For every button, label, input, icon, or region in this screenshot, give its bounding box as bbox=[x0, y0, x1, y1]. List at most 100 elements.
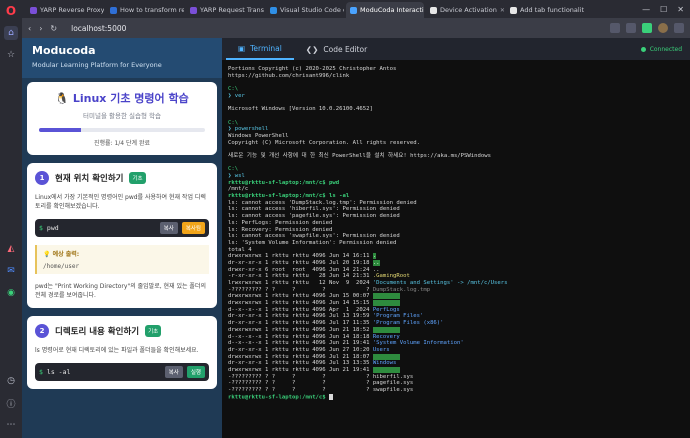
lesson-panel: Moducoda Modular Learning Platform for E… bbox=[22, 38, 222, 438]
level-badge: 기초 bbox=[129, 172, 146, 184]
terminal-line-text: total 4 bbox=[228, 246, 252, 253]
terminal-entry-name: . bbox=[372, 253, 377, 260]
progress-text: 진행률: 1/4 단계 완료 bbox=[93, 140, 151, 147]
info-icon[interactable]: ⓘ bbox=[4, 396, 18, 410]
terminal-line: -r-xr-xr-x 1 rkttu rkttu 28 Jun 14 21:31… bbox=[228, 273, 684, 280]
terminal-line-text: dr-xr-xr-x 1 rkttu rkttu 4096 Jun 27 10:… bbox=[228, 346, 373, 353]
terminal-line: C:\ bbox=[228, 120, 684, 127]
terminal-line: rkttu@rkttu-sf-laptop:/mnt/c$ pwd bbox=[228, 180, 684, 187]
more-icon[interactable]: ⋯ bbox=[4, 418, 18, 432]
expected-output-value: /home/user bbox=[43, 263, 80, 270]
tab-label: YARP Reverse Proxy Pall bbox=[40, 6, 104, 14]
tab-favicon-icon bbox=[30, 6, 37, 14]
minimize-icon[interactable]: — bbox=[642, 5, 650, 14]
run-button[interactable]: 실행 bbox=[186, 366, 205, 378]
tab-terminal[interactable]: ▣ Terminal bbox=[226, 38, 294, 60]
terminal-line-text: ❯ powershell bbox=[228, 126, 269, 133]
copy-button[interactable]: 복사 bbox=[159, 222, 178, 234]
browser-tab[interactable]: YARP Request Transform✕ bbox=[186, 2, 264, 18]
browser-tab[interactable]: YARP Reverse Proxy Pall✕ bbox=[26, 2, 104, 18]
copied-button[interactable]: 복사됨 bbox=[181, 222, 205, 234]
browser-tab-active[interactable]: ModuCoda Interactive Li✕ bbox=[346, 2, 424, 18]
terminal-line: ls: Recovery: Permission denied bbox=[228, 227, 684, 234]
prompt-icon: $ bbox=[39, 224, 43, 232]
browser-tab[interactable]: Device Activation ✕ bbox=[426, 2, 504, 18]
reload-icon[interactable]: ↻ bbox=[50, 24, 57, 33]
terminal-line-text: lrwxrwxrwx 1 rkttu rkttu 12 Nov 9 2024 bbox=[228, 280, 373, 286]
whatsapp-icon[interactable]: ◉ bbox=[4, 286, 18, 300]
terminal-entry-name: 'Program Files' bbox=[372, 313, 424, 320]
maximize-icon[interactable]: ☐ bbox=[660, 5, 667, 14]
close-icon[interactable]: ✕ bbox=[500, 7, 504, 14]
lesson-card: 2 디렉토리 내용 확인하기 기초 ls 명령어로 현재 디렉토리에 있는 파일… bbox=[27, 316, 217, 389]
tab-label: Device Activation bbox=[440, 6, 497, 14]
terminal-line-text: ls: cannot access 'pagefile.sys': Permis… bbox=[228, 213, 400, 220]
workspace-tabs: ▣ Terminal ❮❯ Code Editor Connected bbox=[222, 38, 690, 60]
terminal-line-text: rkttu@rkttu-sf-laptop:/mnt/c$ bbox=[228, 394, 330, 401]
terminal-line-text: Microsoft Windows [Version 10.0.26100.46… bbox=[228, 106, 373, 113]
terminal-line: -????????? ? ? ? ? ? DumpStack.log.tmp bbox=[228, 287, 684, 294]
terminal-line: ❯ powershell bbox=[228, 126, 684, 133]
terminal-entry-name bbox=[372, 366, 400, 373]
opera-logo-icon[interactable]: O bbox=[4, 4, 18, 18]
terminal-line: d--x--x--x 1 rkttu rkttu 4096 Jun 21 19:… bbox=[228, 340, 684, 347]
terminal-line: rkttu@rkttu-sf-laptop:/mnt/c$ ls -al bbox=[228, 193, 684, 200]
lesson-title: 디렉토리 내용 확인하기 bbox=[55, 327, 140, 337]
terminal-output[interactable]: Portions Copyright (c) 2020-2025 Christo… bbox=[228, 66, 684, 436]
extension-icon[interactable] bbox=[626, 23, 636, 33]
browser-tab[interactable]: How to transform respo✕ bbox=[106, 2, 184, 18]
terminal-entry-name: Windows bbox=[372, 360, 397, 367]
profile-icon[interactable] bbox=[658, 23, 668, 33]
terminal-entry-name: DumpStack.log.tmp bbox=[372, 286, 431, 293]
tab-code-editor[interactable]: ❮❯ Code Editor bbox=[294, 38, 379, 60]
terminal-line-text: drwxrwxrwx 1 rkttu rkttu 4096 Jun 21 19:… bbox=[228, 366, 373, 373]
close-window-icon[interactable]: ✕ bbox=[677, 5, 684, 14]
terminal-line: dr-xr-xr-x 1 rkttu rkttu 4096 Jul 20 19:… bbox=[228, 259, 684, 267]
terminal-line: C:\ bbox=[228, 166, 684, 173]
terminal-line: drwxr-xr-x 6 root root 4096 Jun 14 21:24… bbox=[228, 267, 684, 274]
lesson-card: 1 현재 위치 확인하기 기초 Linux에서 가장 기본적인 명령어인 pwd… bbox=[27, 163, 217, 308]
terminal-line: dr-xr-xr-x 1 rkttu rkttu 4096 Jul 17 11:… bbox=[228, 320, 684, 327]
terminal-entry-name: .. bbox=[372, 259, 380, 266]
terminal-line: drwxrwxrwx 1 rkttu rkttu 4096 Jun 15 00:… bbox=[228, 293, 684, 300]
forward-icon[interactable]: › bbox=[39, 24, 42, 33]
copy-button[interactable]: 복사 bbox=[164, 366, 183, 378]
terminal-line-text: -????????? ? ? ? ? ? bbox=[228, 373, 373, 380]
lesson-header: 1 현재 위치 확인하기 기초 bbox=[35, 171, 209, 185]
terminal-entry-name: swapfile.sys bbox=[372, 387, 414, 393]
history-icon[interactable]: ◷ bbox=[4, 374, 18, 388]
browser-tab[interactable]: Visual Studio Code on Li✕ bbox=[266, 2, 344, 18]
terminal-line-text: ls: cannot access 'swapfile.sys': Permis… bbox=[228, 233, 400, 240]
lesson-scroll-area[interactable]: 🐧 Linux 기초 명령어 학습 터미널을 활용한 실습형 학습 진행률: 1… bbox=[27, 82, 217, 438]
terminal-entry-name bbox=[372, 353, 400, 360]
star-icon[interactable]: ☆ bbox=[4, 48, 18, 62]
terminal-line: -????????? ? ? ? ? ? hiberfil.sys bbox=[228, 374, 684, 381]
menu-icon[interactable] bbox=[674, 23, 684, 33]
home-icon[interactable]: ⌂ bbox=[4, 26, 18, 40]
aria-icon[interactable]: ◭ bbox=[4, 242, 18, 256]
tab-label: Visual Studio Code on Li bbox=[280, 6, 344, 14]
terminal-line: dr-xr-xr-x 1 rkttu rkttu 4096 Jul 13 13:… bbox=[228, 360, 684, 367]
terminal-line-text: drwxrwxrwx 1 rkttu rkttu 4096 Jun 14 15:… bbox=[228, 300, 373, 307]
terminal-line: drwxrwxrwx 1 rkttu rkttu 4096 Jun 21 19:… bbox=[228, 366, 684, 374]
expected-output-label: 💡 예상 출력: bbox=[43, 249, 203, 258]
terminal-line: drwxrwxrwx 1 rkttu rkttu 4096 Jun 14 16:… bbox=[228, 253, 684, 260]
extension-icon[interactable] bbox=[642, 23, 652, 33]
command-box: $ pwd 복사 복사됨 bbox=[35, 219, 209, 237]
back-icon[interactable]: ‹ bbox=[28, 24, 31, 33]
terminal-line-text: C:\ bbox=[228, 119, 239, 126]
extension-icon[interactable] bbox=[610, 23, 620, 33]
terminal-line-text: https://github.com/chrisant996/clink bbox=[228, 72, 350, 79]
tab-code-editor-label: Code Editor bbox=[323, 44, 368, 54]
terminal-line: ls: cannot access 'swapfile.sys': Permis… bbox=[228, 233, 684, 240]
url-field[interactable]: localhost:5000 bbox=[71, 24, 126, 33]
app-subtitle: Modular Learning Platform for Everyone bbox=[32, 61, 162, 69]
code-icon: ❮❯ bbox=[305, 44, 319, 54]
terminal-line: ls: cannot access 'DumpStack.log.tmp': P… bbox=[228, 200, 684, 207]
messenger-icon[interactable]: ✉ bbox=[4, 264, 18, 278]
browser-tab[interactable]: Add tab functionality for✕ bbox=[506, 2, 584, 18]
terminal-line-text: rkttu@rkttu-sf-laptop:/mnt/c$ pwd bbox=[228, 179, 340, 186]
